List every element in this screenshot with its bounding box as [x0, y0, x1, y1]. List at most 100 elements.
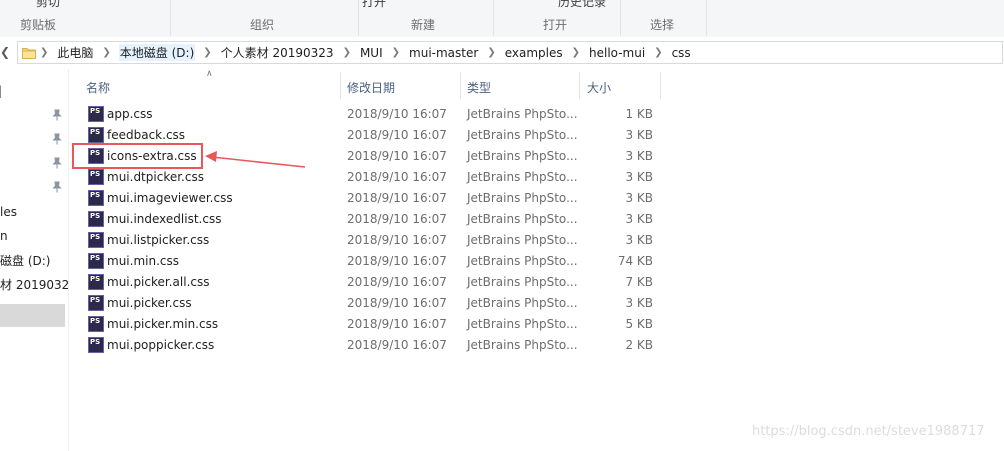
- file-date: 2018/9/10 16:07: [347, 317, 447, 331]
- crumb-mui[interactable]: MUI: [359, 46, 384, 60]
- ribbon-group-organize: 组织: [250, 18, 275, 32]
- navigation-pane: | les n 磁盘 (D:) 材 20190323: [0, 69, 69, 451]
- ribbon-group-clipboard: 剪贴板: [20, 18, 57, 32]
- ribbon-separator: [358, 0, 359, 36]
- file-size: 1 KB: [625, 107, 653, 121]
- file-date: 2018/9/10 16:07: [347, 275, 447, 289]
- column-divider[interactable]: [579, 72, 580, 99]
- nav-item-personal[interactable]: 材 20190323: [0, 276, 68, 293]
- file-date: 2018/9/10 16:07: [347, 212, 447, 226]
- ribbon-open-label[interactable]: 打开: [362, 0, 386, 10]
- chevron-right-icon[interactable]: ❯: [384, 47, 408, 58]
- address-box[interactable]: ❯ 此电脑 ❯ 本地磁盘 (D:) ❯ 个人素材 20190323 ❯ MUI …: [17, 41, 1003, 64]
- file-name[interactable]: mui.min.css: [107, 254, 179, 268]
- file-name[interactable]: mui.picker.css: [107, 296, 192, 310]
- column-header-type[interactable]: 类型: [467, 79, 491, 96]
- nav-item-local-disk[interactable]: 磁盘 (D:): [0, 252, 50, 269]
- address-bar: ❮ ❯ 此电脑 ❯ 本地磁盘 (D:) ❯ 个人素材 20190323 ❯ MU…: [0, 37, 1004, 69]
- column-divider[interactable]: [340, 72, 341, 99]
- file-row[interactable]: PS mui.indexedlist.css 2018/9/10 16:07 JetB…: [68, 209, 668, 230]
- file-row[interactable]: PS mui.listpicker.css 2018/9/10 16:07 JetBr…: [68, 230, 668, 251]
- file-type: JetBrains PhpSto...: [467, 338, 578, 352]
- chevron-right-icon[interactable]: ❯: [195, 47, 219, 58]
- file-name[interactable]: app.css: [107, 107, 153, 121]
- nav-item-partial[interactable]: |: [0, 84, 2, 98]
- nav-item-files[interactable]: les: [0, 205, 17, 219]
- phpstorm-file-icon: PS: [88, 148, 104, 164]
- chevron-right-icon[interactable]: ❯: [479, 47, 503, 58]
- file-size: 2 KB: [625, 338, 653, 352]
- file-name[interactable]: mui.indexedlist.css: [107, 212, 221, 226]
- file-name[interactable]: feedback.css: [107, 128, 185, 142]
- nav-item-selected[interactable]: [0, 304, 65, 327]
- file-size: 74 KB: [617, 254, 653, 268]
- file-size: 3 KB: [625, 128, 653, 142]
- pin-icon[interactable]: [52, 181, 62, 193]
- back-chevron-icon[interactable]: ❮: [0, 45, 12, 61]
- column-divider[interactable]: [660, 72, 661, 99]
- pin-icon[interactable]: [52, 133, 62, 145]
- file-size: 3 KB: [625, 296, 653, 310]
- phpstorm-file-icon: PS: [88, 274, 104, 290]
- ribbon-history-label[interactable]: 历史记录: [558, 0, 606, 10]
- file-name[interactable]: mui.listpicker.css: [107, 233, 209, 247]
- column-header-size[interactable]: 大小: [587, 79, 611, 96]
- file-row[interactable]: PS mui.dtpicker.css 2018/9/10 16:07 JetBrai…: [68, 167, 668, 188]
- crumb-examples[interactable]: examples: [504, 46, 564, 60]
- file-list: ∧ 名称 修改日期 类型 大小 PS app.css 2018/9/10 16:07…: [68, 69, 1004, 451]
- file-type: JetBrains PhpSto...: [467, 275, 578, 289]
- file-row[interactable]: PS feedback.css 2018/9/10 16:07 JetBrains P…: [68, 125, 668, 146]
- file-name[interactable]: mui.imageviewer.css: [107, 191, 233, 205]
- chevron-right-icon[interactable]: ❯: [646, 47, 670, 58]
- file-row[interactable]: PS app.css 2018/9/10 16:07 JetBrains PhpSto…: [68, 104, 668, 125]
- crumb-local-disk[interactable]: 本地磁盘 (D:): [118, 44, 196, 61]
- file-date: 2018/9/10 16:07: [347, 296, 447, 310]
- ribbon-separator: [493, 0, 494, 36]
- file-row[interactable]: PS mui.picker.all.css 2018/9/10 16:07 JetBr…: [68, 272, 668, 293]
- sort-up-icon: ∧: [206, 69, 213, 79]
- file-type: JetBrains PhpSto...: [467, 107, 578, 121]
- nav-item-n[interactable]: n: [0, 229, 8, 243]
- phpstorm-file-icon: PS: [88, 337, 104, 353]
- crumb-personal[interactable]: 个人素材 20190323: [220, 44, 335, 61]
- ribbon: 剪切 打开 历史记录 剪贴板 组织 新建 打开 选择: [0, 0, 1004, 38]
- file-date: 2018/9/10 16:07: [347, 128, 447, 142]
- file-name[interactable]: mui.dtpicker.css: [107, 170, 204, 184]
- column-header-modified[interactable]: 修改日期: [347, 79, 395, 96]
- file-name[interactable]: mui.picker.all.css: [107, 275, 209, 289]
- chevron-right-icon[interactable]: ❯: [564, 47, 588, 58]
- file-row[interactable]: PS mui.picker.css 2018/9/10 16:07 JetBrains…: [68, 293, 668, 314]
- chevron-right-icon[interactable]: ❯: [94, 47, 118, 58]
- ribbon-separator: [706, 0, 707, 36]
- file-size: 3 KB: [625, 170, 653, 184]
- pin-icon[interactable]: [52, 109, 62, 121]
- file-size: 3 KB: [625, 233, 653, 247]
- file-name[interactable]: mui.poppicker.css: [107, 338, 214, 352]
- chevron-right-icon[interactable]: ❯: [335, 47, 359, 58]
- file-row[interactable]: PS mui.picker.min.css 2018/9/10 16:07 JetBr…: [68, 314, 668, 335]
- phpstorm-file-icon: PS: [88, 295, 104, 311]
- file-name[interactable]: mui.picker.min.css: [107, 317, 218, 331]
- ribbon-separator: [170, 0, 171, 36]
- phpstorm-file-icon: PS: [88, 253, 104, 269]
- file-row[interactable]: PS mui.poppicker.css 2018/9/10 16:07 JetBra…: [68, 335, 668, 356]
- file-name[interactable]: icons-extra.css: [107, 149, 197, 163]
- pin-icon[interactable]: [52, 157, 62, 169]
- ribbon-cut-label[interactable]: 剪切: [36, 0, 60, 10]
- chevron-right-icon[interactable]: ❯: [40, 47, 56, 58]
- crumb-hello-mui[interactable]: hello-mui: [588, 46, 646, 60]
- crumb-this-pc[interactable]: 此电脑: [56, 44, 94, 61]
- file-date: 2018/9/10 16:07: [347, 149, 447, 163]
- phpstorm-file-icon: PS: [88, 190, 104, 206]
- column-header-name[interactable]: 名称: [86, 79, 110, 96]
- crumb-mui-master[interactable]: mui-master: [408, 46, 479, 60]
- crumb-css[interactable]: css: [671, 46, 692, 60]
- column-divider[interactable]: [460, 72, 461, 99]
- phpstorm-file-icon: PS: [88, 211, 104, 227]
- file-type: JetBrains PhpSto...: [467, 191, 578, 205]
- phpstorm-file-icon: PS: [88, 169, 104, 185]
- file-size: 5 KB: [625, 317, 653, 331]
- file-row[interactable]: PS mui.min.css 2018/9/10 16:07 JetBrains Ph…: [68, 251, 668, 272]
- file-row[interactable]: PS icons-extra.css 2018/9/10 16:07 JetBrain…: [68, 146, 668, 167]
- file-row[interactable]: PS mui.imageviewer.css 2018/9/10 16:07 JetB…: [68, 188, 668, 209]
